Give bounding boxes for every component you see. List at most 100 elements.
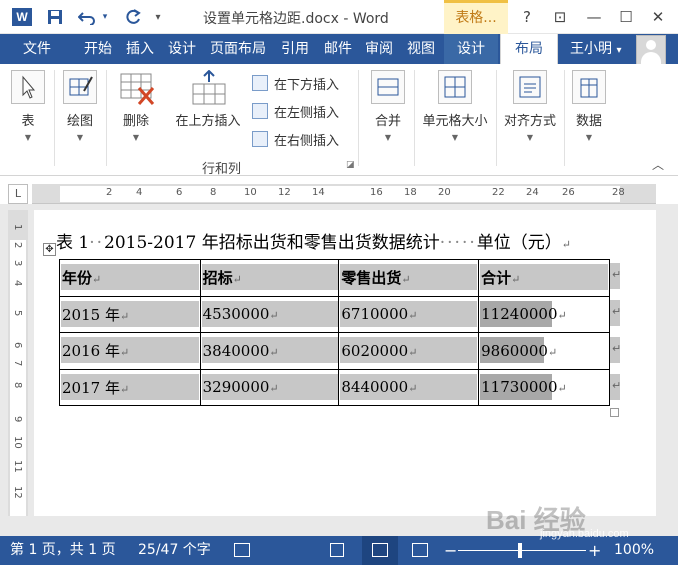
- chevron-down-icon: ▼: [526, 133, 534, 142]
- cell-year: 2017 年: [62, 378, 120, 397]
- tab-design[interactable]: 设计: [164, 34, 200, 64]
- insert-above-label: 在上方插入: [175, 114, 241, 129]
- insert-below-button[interactable]: 在下方插入: [252, 72, 339, 94]
- table-cell[interactable]: 4530000↵: [199, 295, 340, 333]
- zoom-slider-thumb[interactable]: [518, 543, 522, 558]
- print-layout-icon[interactable]: [372, 543, 388, 557]
- table-cell[interactable]: 招标↵: [199, 259, 340, 297]
- avatar[interactable]: [636, 35, 666, 65]
- collapse-ribbon-icon[interactable]: ︿: [652, 156, 664, 173]
- ribbon-display-options-icon[interactable]: ⊡: [548, 6, 572, 28]
- table-cell[interactable]: 6710000↵: [338, 295, 480, 333]
- ruler-number: 20: [438, 187, 451, 198]
- word-logo-icon[interactable]: W: [12, 8, 32, 26]
- ruler-number: 3: [12, 260, 23, 267]
- table-cell[interactable]: 8440000↵: [338, 368, 480, 406]
- table-cell[interactable]: 年份↵: [59, 259, 201, 297]
- data-button[interactable]: 数据 ▼: [570, 70, 608, 142]
- alignment-button[interactable]: 对齐方式 ▼: [500, 70, 560, 142]
- ruler-number: 28: [612, 187, 625, 198]
- undo-icon[interactable]: [76, 6, 98, 28]
- title-bar: W ▾ ▾ 设置单元格边距.docx - Word 表格... ? ⊡ — ☐ …: [0, 0, 678, 34]
- table-header-row: 年份↵ 招标↵ 零售出货↵ 合计↵: [59, 259, 610, 297]
- tab-references[interactable]: 引用: [277, 34, 313, 64]
- minimize-icon[interactable]: —: [582, 6, 606, 28]
- tab-mailings[interactable]: 邮件: [320, 34, 356, 64]
- read-mode-icon[interactable]: [330, 543, 344, 557]
- dialog-launcher-icon[interactable]: ◪: [346, 160, 355, 170]
- cell-tender: 3290000: [202, 378, 270, 397]
- draw-button[interactable]: 绘图 ▼: [62, 70, 98, 142]
- zoom-in-button[interactable]: +: [588, 536, 601, 565]
- table-cell[interactable]: 6020000↵: [338, 332, 480, 370]
- insert-above-button[interactable]: 在上方插入: [170, 69, 246, 129]
- cell-year: 2016 年: [62, 342, 120, 361]
- data-table[interactable]: 年份↵ 招标↵ 零售出货↵ 合计↵ 2015 年↵ 4530000↵ 67100…: [59, 259, 610, 406]
- word-count[interactable]: 25/47 个字: [138, 536, 211, 565]
- table-cell[interactable]: 11240000↵: [478, 295, 610, 333]
- tab-home[interactable]: 开始: [80, 34, 116, 64]
- caption-unit: 单位（元）: [476, 233, 562, 253]
- tab-table-design[interactable]: 设计: [444, 34, 498, 64]
- tab-insert[interactable]: 插入: [122, 34, 158, 64]
- zoom-level[interactable]: 100%: [614, 536, 654, 565]
- delete-button[interactable]: 删除 ▼: [114, 70, 158, 142]
- table-cell[interactable]: 11730000↵: [478, 368, 610, 406]
- insert-left-button[interactable]: 在左侧插入: [252, 100, 339, 122]
- redo-icon[interactable]: [122, 6, 144, 28]
- table-cell[interactable]: 3840000↵: [199, 332, 340, 370]
- user-name[interactable]: 王小明 ▾: [570, 34, 621, 64]
- avatar-head: [646, 40, 656, 50]
- table-cell[interactable]: 9860000↵: [478, 332, 610, 370]
- cell-size-button[interactable]: 单元格大小 ▼: [418, 70, 492, 142]
- chevron-down-icon: ▼: [24, 133, 32, 142]
- maximize-icon[interactable]: ☐: [614, 6, 638, 28]
- web-layout-icon[interactable]: [412, 543, 428, 557]
- divider: [496, 70, 497, 166]
- cell-mark: ↵: [92, 273, 102, 287]
- zoom-out-button[interactable]: −: [444, 536, 457, 565]
- merge-cells-icon: [371, 70, 405, 104]
- table-cell[interactable]: 合计↵: [478, 259, 610, 297]
- insert-right-button[interactable]: 在右侧插入: [252, 128, 339, 150]
- ruler-number: 26: [562, 187, 575, 198]
- ruler-number: 12: [12, 486, 23, 499]
- merge-button[interactable]: 合并 ▼: [368, 70, 408, 142]
- cell-mark: ↵: [119, 382, 130, 396]
- proofing-icon[interactable]: [234, 543, 250, 557]
- tab-review[interactable]: 审阅: [361, 34, 397, 64]
- table-caption[interactable]: 表 1··2015-2017 年招标出货和零售出货数据统计·····单位（元）↵: [56, 228, 571, 253]
- zoom-slider-track[interactable]: [458, 550, 586, 551]
- baidu-watermark-url: jingyan.baidu.com: [540, 528, 629, 540]
- tab-file[interactable]: 文件: [0, 34, 74, 64]
- table-resize-handle[interactable]: [610, 408, 619, 417]
- customize-qat-icon[interactable]: ▾: [152, 6, 164, 28]
- ruler-number: 14: [312, 187, 325, 198]
- vertical-ruler[interactable]: 1 2 3 4 5 6 7 8 9 10 11 12: [8, 210, 28, 516]
- table-cell[interactable]: 零售出货↵: [338, 259, 480, 297]
- tab-selector[interactable]: L: [8, 184, 28, 204]
- tab-page-layout[interactable]: 页面布局: [204, 34, 272, 64]
- select-table-button[interactable]: 表 ▼: [10, 70, 46, 142]
- avatar-body: [641, 52, 661, 64]
- cell-total: 9860000: [481, 341, 548, 360]
- tab-view[interactable]: 视图: [403, 34, 439, 64]
- table-move-handle-icon[interactable]: ✥: [43, 243, 56, 256]
- table-cell[interactable]: 3290000↵: [199, 368, 340, 406]
- close-icon[interactable]: ✕: [646, 6, 670, 28]
- table-cell[interactable]: 2017 年↵: [59, 368, 201, 406]
- help-icon[interactable]: ?: [515, 6, 539, 28]
- horizontal-ruler[interactable]: 2 4 6 8 10 12 14 16 18 20 22 24 26 28: [32, 184, 656, 204]
- insert-right-label: 在右侧插入: [274, 133, 340, 149]
- tab-table-layout[interactable]: 布局: [500, 34, 558, 64]
- page-count[interactable]: 第 1 页，共 1 页: [10, 536, 116, 565]
- ruler-number: 9: [12, 416, 23, 423]
- ruler-number: 7: [12, 360, 23, 367]
- undo-dropdown-icon[interactable]: ▾: [100, 6, 110, 28]
- table-tools-context-label: 表格...: [444, 0, 508, 34]
- caption-title: 2015-2017 年招标出货和零售出货数据统计: [104, 233, 440, 253]
- select-table-label: 表: [21, 114, 35, 129]
- table-cell[interactable]: 2016 年↵: [59, 332, 201, 370]
- save-icon[interactable]: [44, 6, 66, 28]
- table-cell[interactable]: 2015 年↵: [59, 295, 201, 333]
